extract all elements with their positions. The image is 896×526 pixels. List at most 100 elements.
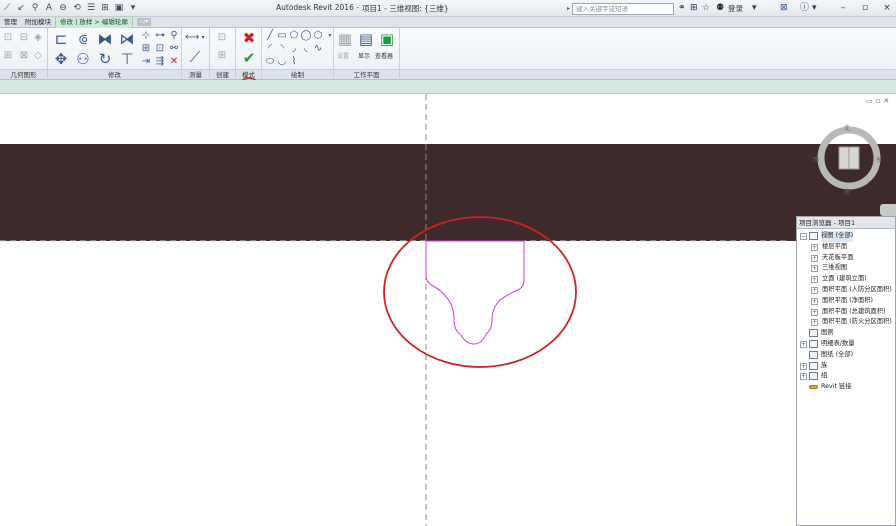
tree-item-sheets[interactable]: 图纸 (全部) bbox=[797, 350, 895, 361]
split-face-icon[interactable]: ⊠ bbox=[18, 50, 30, 62]
wall-joins-icon[interactable]: ⊞ bbox=[2, 50, 14, 62]
tree-item-legends[interactable]: 图例 bbox=[797, 328, 895, 339]
tag-icon[interactable]: ⚲ bbox=[30, 3, 40, 13]
show-workplane-icon[interactable]: ▤ bbox=[357, 30, 375, 48]
tab-modify-sweep-edit-profile[interactable]: 修改 | 放样 > 编辑轮廓 bbox=[55, 17, 133, 28]
tree-item-schedules[interactable]: + 明细表/数量 bbox=[797, 339, 895, 350]
cut-geometry-icon[interactable]: ⊡ bbox=[2, 32, 14, 44]
dimension-icon[interactable]: ↙ bbox=[16, 3, 26, 13]
split-element-icon[interactable]: ⊹ bbox=[140, 30, 152, 42]
text-icon[interactable]: A bbox=[44, 3, 54, 13]
line-icon[interactable]: ╱ bbox=[264, 30, 276, 42]
tree-item-area-plan-fire[interactable]: + 面积平面 (防火分区面积) bbox=[797, 317, 895, 328]
tree-expander[interactable]: + bbox=[800, 340, 807, 348]
close-button[interactable]: × bbox=[878, 1, 896, 15]
rectangle-icon[interactable]: ▭ bbox=[276, 30, 288, 42]
viewcube-east[interactable]: 东 bbox=[876, 155, 882, 164]
tree-item-elevations[interactable]: + 立面 (建筑立面) bbox=[797, 274, 895, 285]
tree-expander[interactable]: + bbox=[811, 265, 818, 273]
copy-icon[interactable]: ⚇ bbox=[74, 50, 92, 68]
section-icon[interactable]: ⟲ bbox=[72, 3, 82, 13]
3d-view-icon[interactable]: ⊖ bbox=[58, 3, 68, 13]
viewcube[interactable] bbox=[815, 124, 883, 196]
tree-item-families[interactable]: + 族 bbox=[797, 361, 895, 372]
tree-expander[interactable]: + bbox=[811, 319, 818, 327]
switch-windows-icon[interactable]: ▣ bbox=[114, 3, 124, 13]
binoculars-icon[interactable]: ⚭ bbox=[678, 3, 686, 14]
help-icon[interactable]: ⓘ bbox=[800, 3, 809, 14]
user-icon[interactable]: ⚉ bbox=[716, 3, 724, 14]
spline-icon[interactable]: ∿ bbox=[312, 43, 324, 55]
tree-expander[interactable]: + bbox=[800, 373, 807, 381]
exchange-apps-icon[interactable]: ⊠ bbox=[780, 3, 788, 14]
thin-lines-icon[interactable]: ☰ bbox=[86, 3, 96, 13]
trim-multiple-icon[interactable]: ⇶ bbox=[154, 56, 166, 68]
tree-expander[interactable]: − bbox=[800, 233, 807, 240]
tangent-arc-icon[interactable]: ◞ bbox=[288, 43, 300, 55]
tree-expander[interactable]: + bbox=[800, 362, 807, 370]
favorites-star-icon[interactable]: ☆ bbox=[702, 3, 710, 14]
tab-addins[interactable]: 附加模块 bbox=[21, 17, 55, 28]
polygon-icon[interactable]: ⬠ bbox=[288, 30, 300, 42]
pin-icon[interactable]: ⚲ bbox=[168, 30, 180, 42]
fillet-arc-icon[interactable]: ◟ bbox=[300, 43, 312, 55]
minimize-button[interactable]: – bbox=[834, 1, 852, 15]
cancel-edit-icon[interactable]: ✖ bbox=[240, 29, 258, 47]
join-geometry-icon[interactable]: ⊟ bbox=[18, 32, 30, 44]
align-icon[interactable]: ⊏ bbox=[52, 30, 70, 48]
login-dropdown-icon[interactable]: ▾ bbox=[752, 3, 757, 14]
tree-item-groups[interactable]: + 组 bbox=[797, 371, 895, 382]
rotate-icon[interactable]: ↻ bbox=[96, 50, 114, 68]
tree-expander[interactable]: + bbox=[811, 254, 818, 262]
viewcube-north[interactable]: 北 bbox=[844, 123, 850, 132]
arc-start-end-icon[interactable]: ◜ bbox=[264, 43, 276, 55]
remove-paint-icon[interactable]: ◇ bbox=[32, 50, 44, 62]
workplane-viewer-icon[interactable]: ▣ bbox=[378, 30, 396, 48]
circle-icon[interactable]: ◯ bbox=[300, 30, 312, 42]
tree-item-ceiling-plans[interactable]: + 天花板平面 bbox=[797, 253, 895, 264]
move-icon[interactable]: ✥ bbox=[52, 50, 70, 68]
circumscribed-polygon-icon[interactable]: ⬡ bbox=[312, 30, 324, 42]
measure-dropdown-icon[interactable]: ▾ bbox=[197, 32, 209, 44]
mirror-draw-icon[interactable]: ⧒ bbox=[118, 30, 136, 48]
tree-item-floor-plans[interactable]: + 楼层平面 bbox=[797, 242, 895, 253]
paint-icon[interactable]: ◈ bbox=[32, 32, 44, 44]
set-workplane-icon[interactable]: ▦ bbox=[336, 30, 354, 48]
sweep-profile-sketch[interactable] bbox=[425, 240, 525, 345]
scale-icon[interactable]: ⊡ bbox=[154, 43, 166, 55]
mirror-axis-icon[interactable]: ⧓ bbox=[96, 30, 114, 48]
tree-item-revit-links[interactable]: Revit 链接 bbox=[797, 382, 895, 393]
tree-item-3d-views[interactable]: + 三维视图 bbox=[797, 263, 895, 274]
create-group-icon[interactable]: ⊞ bbox=[216, 50, 228, 62]
split-gap-icon[interactable]: ⊶ bbox=[154, 30, 166, 42]
subscription-icon[interactable]: ⊞ bbox=[690, 3, 698, 14]
measure-between-icon[interactable]: ⟷ bbox=[185, 32, 199, 44]
finish-edit-icon[interactable]: ✔ bbox=[240, 49, 258, 67]
arc-center-icon[interactable]: ◝ bbox=[276, 43, 288, 55]
offset-icon[interactable]: ⟃ bbox=[74, 30, 92, 48]
partial-ellipse-icon[interactable]: ◡ bbox=[276, 56, 288, 68]
create-similar-icon[interactable]: ⊡ bbox=[216, 32, 228, 44]
tree-expander[interactable]: + bbox=[811, 297, 818, 305]
measure-icon[interactable]: ⟋ bbox=[2, 3, 12, 13]
tree-item-area-plan-civil-defense[interactable]: + 面积平面 (人防分区面积) bbox=[797, 285, 895, 296]
viewcube-south[interactable]: 南 bbox=[844, 187, 850, 196]
tree-item-area-plan-gross[interactable]: + 面积平面 (总建筑面积) bbox=[797, 307, 895, 318]
help-dropdown-icon[interactable]: ▾ bbox=[812, 3, 817, 14]
array-icon[interactable]: ⊞ bbox=[140, 43, 152, 55]
ribbon-minimize-icon[interactable]: ▭▾ bbox=[136, 18, 151, 26]
dimension-tool-icon[interactable]: ⟋ bbox=[186, 48, 204, 66]
restore-button[interactable]: ▫ bbox=[856, 1, 874, 15]
pick-lines-icon[interactable]: ⌇ bbox=[288, 56, 300, 68]
viewcube-west[interactable]: 西 bbox=[813, 155, 819, 164]
navigation-bar-handle[interactable] bbox=[880, 204, 896, 216]
delete-icon[interactable]: ✕ bbox=[168, 56, 180, 68]
search-expand-icon[interactable]: ▸ bbox=[567, 5, 570, 12]
trim-single-icon[interactable]: ⇥ bbox=[140, 56, 152, 68]
view-window-controls[interactable]: ▭▫✕ bbox=[866, 97, 892, 105]
tree-item-views[interactable]: − 视图 (全部) bbox=[797, 231, 895, 242]
tree-expander[interactable]: + bbox=[811, 243, 818, 251]
tree-item-area-plan-net[interactable]: + 面积平面 (净面积) bbox=[797, 296, 895, 307]
tree-expander[interactable]: + bbox=[811, 308, 818, 316]
customize-qat-icon[interactable]: ▾ bbox=[128, 3, 138, 13]
